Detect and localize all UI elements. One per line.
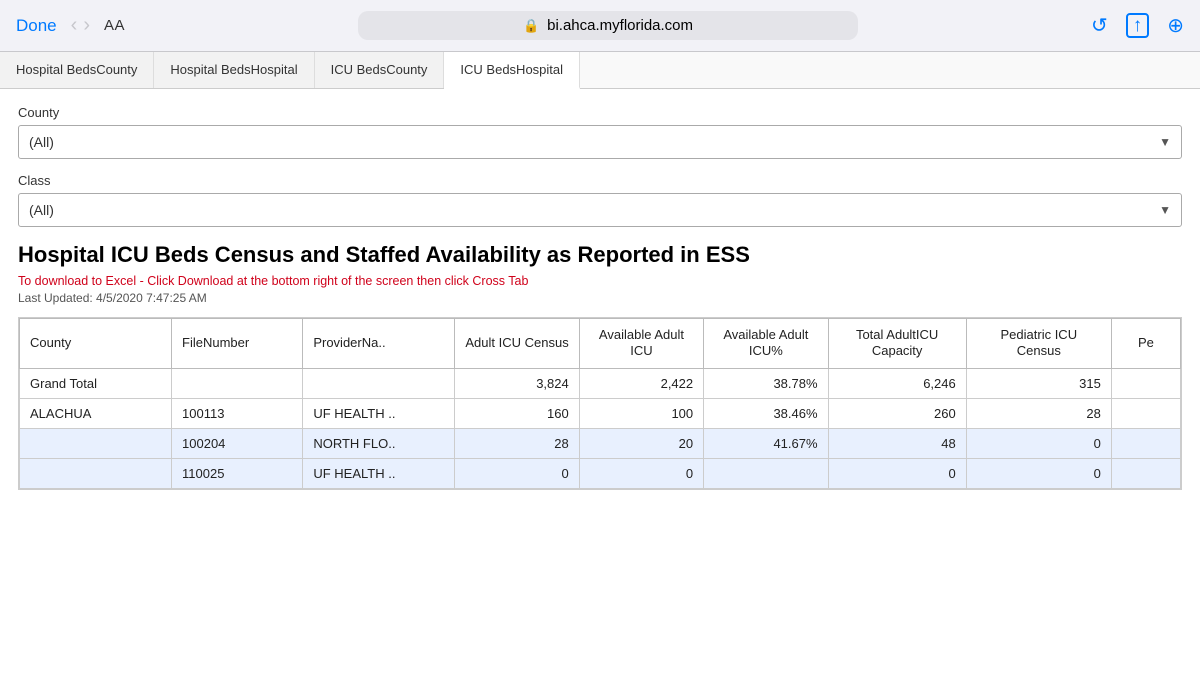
nav-arrows: ‹ › [71,14,90,37]
alachua-file-1: 100113 [172,399,303,429]
class-filter: Class (All) ▼ [18,173,1182,227]
class-filter-label: Class [18,173,1182,188]
data-table: County FileNumber ProviderNa.. Adult ICU… [19,318,1181,490]
report-title: Hospital ICU Beds Census and Staffed Ava… [18,241,1182,270]
class-dropdown-arrow: ▼ [1159,203,1171,217]
sub-county-3 [20,459,172,489]
text-size-button[interactable]: AA [104,17,125,34]
tab-icu-beds-county[interactable]: ICU BedsCounty [315,52,445,88]
grand-total-total-cap: 6,246 [828,369,966,399]
col-header-county: County [20,318,172,369]
county-row-alachua: ALACHUA 100113 UF HEALTH .. 160 100 38.4… [20,399,1181,429]
county-name-alachua: ALACHUA [20,399,172,429]
county-filter: County (All) ▼ [18,105,1182,159]
col-header-total-adult-cap: Total AdultICU Capacity [828,318,966,369]
tabs-bar: Hospital BedsCounty Hospital BedsHospita… [0,52,1200,89]
grand-total-avail-pct: 38.78% [704,369,828,399]
alachua-provider-1: UF HEALTH .. [303,399,455,429]
alachua-total-cap-1: 260 [828,399,966,429]
download-link[interactable]: To download to Excel - Click Download at… [18,274,1182,288]
grand-total-provider [303,369,455,399]
last-updated: Last Updated: 4/5/2020 7:47:25 AM [18,291,1182,305]
url-bar[interactable]: 🔒 bi.ahca.myflorida.com [358,11,858,40]
col-header-pe: Pe [1111,318,1180,369]
sub-pe-2 [1111,429,1180,459]
url-text: bi.ahca.myflorida.com [547,17,693,34]
sub-adult-census-3: 0 [455,459,579,489]
grand-total-file [172,369,303,399]
grand-total-pe [1111,369,1180,399]
col-header-avail-adult-pct: Available Adult ICU% [704,318,828,369]
alachua-pe-1 [1111,399,1180,429]
sub-file-3: 110025 [172,459,303,489]
share-icon[interactable]: ↑ [1126,13,1150,38]
grand-total-ped-census: 315 [966,369,1111,399]
browser-bar: Done ‹ › AA 🔒 bi.ahca.myflorida.com ↺ ↑ … [0,0,1200,52]
alachua-avail-adult-1: 100 [579,399,703,429]
table-row: 100204 NORTH FLO.. 28 20 41.67% 48 0 [20,429,1181,459]
sub-total-cap-3: 0 [828,459,966,489]
reload-icon[interactable]: ↺ [1091,13,1108,38]
forward-button[interactable]: › [83,14,90,37]
grand-total-label: Grand Total [20,369,172,399]
tab-hospital-beds-hospital[interactable]: Hospital BedsHospital [154,52,314,88]
county-value: (All) [29,134,54,150]
col-header-filenumber: FileNumber [172,318,303,369]
col-header-ped-icu-census: Pediatric ICU Census [966,318,1111,369]
sub-pe-3 [1111,459,1180,489]
sub-provider-2: NORTH FLO.. [303,429,455,459]
grand-total-row: Grand Total 3,824 2,422 38.78% 6,246 315 [20,369,1181,399]
tab-icu-beds-hospital[interactable]: ICU BedsHospital [444,52,580,89]
done-button[interactable]: Done [16,16,57,36]
county-dropdown[interactable]: (All) ▼ [18,125,1182,159]
sub-ped-census-3: 0 [966,459,1111,489]
sub-adult-census-2: 28 [455,429,579,459]
lock-icon: 🔒 [523,18,539,34]
alachua-avail-pct-1: 38.46% [704,399,828,429]
grand-total-avail-adult: 2,422 [579,369,703,399]
sub-avail-adult-2: 20 [579,429,703,459]
sub-ped-census-2: 0 [966,429,1111,459]
alachua-adult-census-1: 160 [455,399,579,429]
sub-file-2: 100204 [172,429,303,459]
content-area: County (All) ▼ Class (All) ▼ Hospital IC… [0,89,1200,506]
sub-provider-3: UF HEALTH .. [303,459,455,489]
class-dropdown[interactable]: (All) ▼ [18,193,1182,227]
back-button[interactable]: ‹ [71,14,78,37]
col-header-adult-icu-census: Adult ICU Census [455,318,579,369]
sub-avail-adult-3: 0 [579,459,703,489]
data-table-container: County FileNumber ProviderNa.. Adult ICU… [18,317,1182,491]
col-header-provider: ProviderNa.. [303,318,455,369]
sub-county-2 [20,429,172,459]
grand-total-adult-census: 3,824 [455,369,579,399]
sub-total-cap-2: 48 [828,429,966,459]
county-filter-label: County [18,105,1182,120]
compass-icon[interactable]: ⊕ [1167,13,1184,38]
sub-avail-pct-3 [704,459,828,489]
class-value: (All) [29,202,54,218]
col-header-avail-adult-icu: Available Adult ICU [579,318,703,369]
alachua-ped-census-1: 28 [966,399,1111,429]
table-row: 110025 UF HEALTH .. 0 0 0 0 [20,459,1181,489]
county-dropdown-arrow: ▼ [1159,135,1171,149]
tab-hospital-beds-county[interactable]: Hospital BedsCounty [0,52,154,88]
sub-avail-pct-2: 41.67% [704,429,828,459]
